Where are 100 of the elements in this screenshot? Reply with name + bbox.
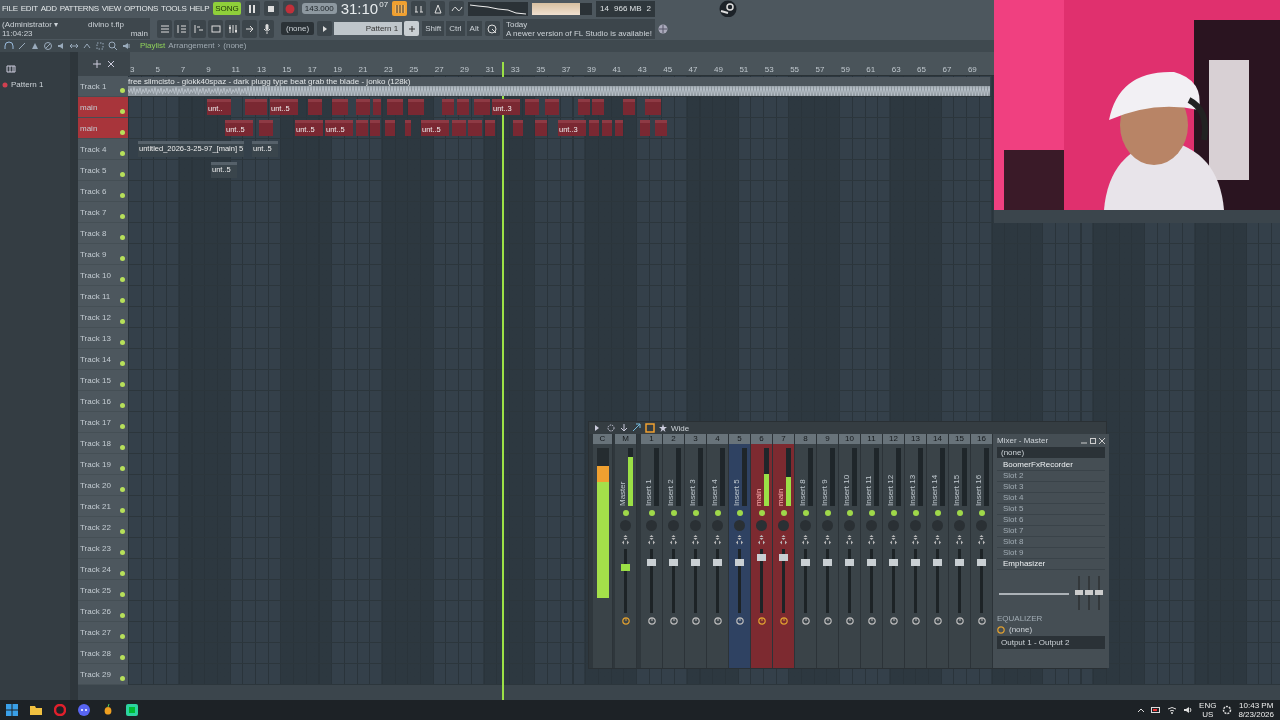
bar-number: 53 <box>764 65 775 75</box>
bar-number: 5 <box>155 65 161 75</box>
strip-number: 9 <box>817 434 838 444</box>
region-code: US <box>1202 710 1214 719</box>
project-time: 11:04:23 <box>2 28 33 38</box>
bar-number: 47 <box>688 65 699 75</box>
bar-number: 21 <box>358 65 369 75</box>
strip-name: Insert 2 <box>666 478 675 506</box>
track-name: Track 17 <box>80 417 111 427</box>
track-name: Track 8 <box>80 228 107 238</box>
strip-number: 14 <box>927 434 948 444</box>
bar-number: 9 <box>206 65 212 75</box>
track-name: Track 4 <box>80 144 107 154</box>
bar-number: 35 <box>536 65 547 75</box>
bar-number: 61 <box>866 65 877 75</box>
strip-number: M <box>615 434 636 444</box>
track-name: Track 29 <box>80 669 111 679</box>
track-name: Track 18 <box>80 438 111 448</box>
strip-name: Master <box>618 480 627 506</box>
bar-number: 23 <box>383 65 394 75</box>
cpu-reading: 14 <box>600 4 609 13</box>
memory-reading: 966 MB <box>614 4 642 13</box>
track-name: Track 22 <box>80 522 111 532</box>
playlist-title: Playlist <box>140 41 166 51</box>
track-name: Track 26 <box>80 606 111 616</box>
strip-number: 1 <box>641 434 662 444</box>
strip-number: 7 <box>773 434 794 444</box>
browser-item-label: Pattern 1 <box>11 80 44 89</box>
bar-number: 45 <box>663 65 674 75</box>
song-ticks: 07 <box>379 0 389 9</box>
strip-number: 8 <box>795 434 816 444</box>
track-name: Track 27 <box>80 627 111 637</box>
equalizer-label: EQUALIZER <box>997 614 1044 623</box>
bar-number: 31 <box>485 65 496 75</box>
strip-name: Insert 16 <box>974 473 983 506</box>
strip-name: main <box>776 487 785 506</box>
track-name: Track 25 <box>80 585 111 595</box>
strip-number: 6 <box>751 434 772 444</box>
bar-number: 37 <box>561 65 572 75</box>
track-name: Track 28 <box>80 648 111 658</box>
strip-name: Insert 4 <box>710 478 719 506</box>
strip-name: Insert 15 <box>952 473 961 506</box>
strip-name: Insert 11 <box>864 474 873 506</box>
clock-time: 10:43 PM <box>1239 701 1274 710</box>
bar-number: 3 <box>130 65 136 75</box>
bar-number: 49 <box>714 65 724 75</box>
breadcrumb-separator: › <box>217 41 221 51</box>
strip-number: 4 <box>707 434 728 444</box>
strip-number: 12 <box>883 434 904 444</box>
track-name: Track 11 <box>80 291 111 301</box>
strip-number: 2 <box>663 434 684 444</box>
bar-number: 19 <box>333 65 344 75</box>
strip-number: 10 <box>839 434 860 444</box>
playlist-section: Arrangement <box>168 41 215 51</box>
bar-number: 13 <box>256 65 267 75</box>
channel-name: main <box>129 28 148 38</box>
track-name: Track 23 <box>80 543 111 553</box>
track-name: Track 5 <box>80 165 107 175</box>
bar-number: 11 <box>231 65 241 75</box>
bar-number: 63 <box>891 65 902 75</box>
bar-number: 17 <box>307 65 318 75</box>
strip-number: 3 <box>685 434 706 444</box>
clock-date: 8/23/2026 <box>1238 710 1274 719</box>
track-name: Track 16 <box>80 396 111 406</box>
strip-name: Insert 1 <box>644 478 653 506</box>
track-name: Track 12 <box>80 312 111 322</box>
track-name: Track 14 <box>80 354 111 364</box>
strip-name: main <box>754 487 763 506</box>
strip-number: 5 <box>729 434 750 444</box>
track-name: Track 20 <box>80 480 111 490</box>
strip-name: Insert 9 <box>820 478 829 506</box>
strip-name: Insert 8 <box>798 478 807 506</box>
track-name: Track 24 <box>80 564 111 574</box>
bar-number: 29 <box>460 65 470 75</box>
bar-number: 27 <box>434 65 445 75</box>
strip-name: Insert 10 <box>842 473 851 506</box>
strip-number: 11 <box>861 434 882 444</box>
bar-number: 25 <box>409 65 420 75</box>
bar-number: 65 <box>917 65 927 75</box>
track-name: Track 9 <box>80 249 107 259</box>
strip-name: Insert 13 <box>908 473 917 506</box>
strip-name: Insert 3 <box>688 478 697 506</box>
strip-number: 13 <box>905 434 926 444</box>
strip-name: Insert 14 <box>930 473 939 506</box>
song-time: 31:10 <box>340 0 379 17</box>
track-name: Track 1 <box>80 81 107 91</box>
strip-name: Insert 12 <box>886 473 895 506</box>
track-name: Track 10 <box>80 270 111 280</box>
bar-number: 59 <box>840 65 851 75</box>
hint-text: A newer version of FL Studio is available! <box>505 28 652 38</box>
track-name: Track 7 <box>80 207 107 217</box>
bar-number: 67 <box>942 65 953 75</box>
hint-date: Today <box>505 19 529 29</box>
strip-number: 16 <box>971 434 992 444</box>
bar-number: 43 <box>637 65 648 75</box>
bar-number: 69 <box>967 65 978 75</box>
bar-number: 7 <box>180 65 187 75</box>
language-code: ENG <box>1199 701 1217 710</box>
bar-number: 55 <box>790 65 801 75</box>
strip-number: 15 <box>949 434 970 444</box>
